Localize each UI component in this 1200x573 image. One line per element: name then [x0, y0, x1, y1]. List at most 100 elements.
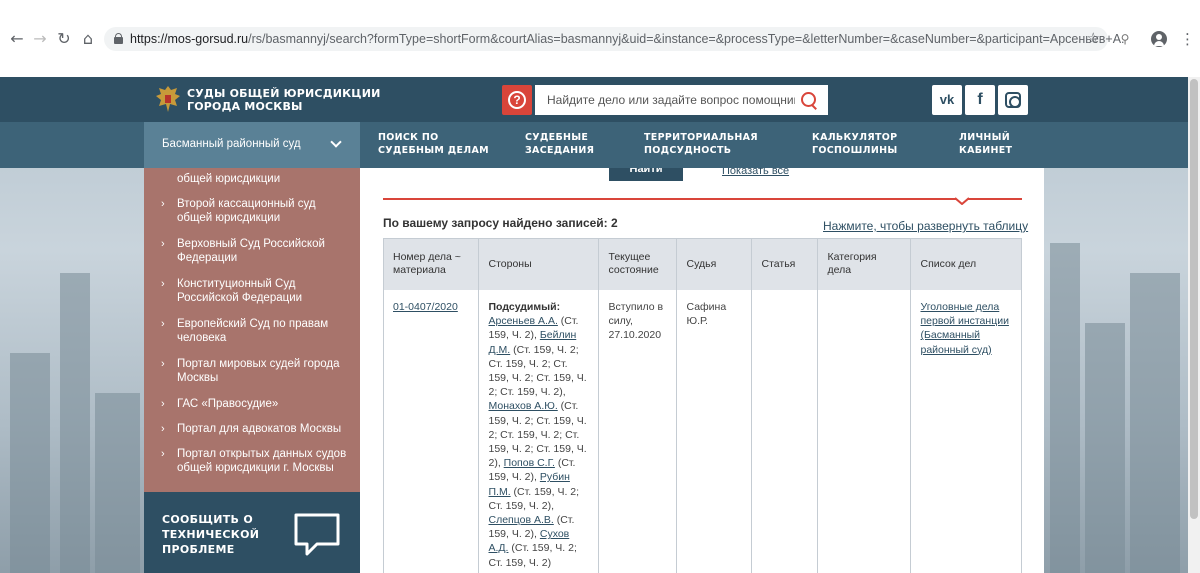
- bullet-icon: ›: [161, 398, 165, 410]
- party-link[interactable]: Арсеньев А.А.: [489, 315, 558, 327]
- cell-article: [751, 290, 818, 573]
- col-header-judge: Судья: [676, 238, 752, 290]
- nav-item-line: СУДЕБНЫЕ: [525, 132, 589, 143]
- nav-item-line: ПОИСК ПО: [378, 132, 439, 143]
- reload-icon[interactable]: ↻: [54, 29, 74, 49]
- sidebar-item-label: Портал открытых данных судов: [177, 448, 347, 460]
- browser-menu-icon[interactable]: ⋮: [1180, 29, 1195, 49]
- collapse-marker-icon[interactable]: [955, 197, 969, 205]
- table-header-row: Номер дела ~ материала Стороны Текущее с…: [383, 238, 1022, 290]
- court-select-label: Басманный районный суд: [162, 138, 301, 150]
- bullet-icon: ›: [161, 448, 165, 460]
- profile-avatar-icon[interactable]: [1151, 31, 1167, 47]
- sidebar-item-label: общей юрисдикции г. Москвы: [177, 462, 334, 474]
- instagram-icon[interactable]: [998, 85, 1028, 115]
- col-header-status: Текущее состояние: [598, 238, 677, 290]
- nav-court-hearings[interactable]: СУДЕБНЫЕ ЗАСЕДАНИЯ: [525, 131, 594, 157]
- browser-toolbar: ← → ↻ ⌂ https://mos-gorsud.ru/rs/basmann…: [0, 0, 1200, 77]
- nav-item-line: КАЛЬКУЛЯТОР: [812, 132, 898, 143]
- nav-item-line: ГОСПОШЛИНЫ: [812, 145, 898, 156]
- sidebar-item-label: общей юрисдикции: [177, 173, 281, 185]
- sidebar-links: общей юрисдикции › Второй кассационный с…: [144, 168, 360, 492]
- case-number-link[interactable]: 01-0407/2020: [393, 301, 458, 313]
- home-icon[interactable]: ⌂: [78, 29, 98, 49]
- nav-jurisdiction[interactable]: ТЕРРИТОРИАЛЬНАЯ ПОДСУДНОСТЬ: [644, 131, 758, 157]
- address-bar[interactable]: https://mos-gorsud.ru/rs/basmannyj/searc…: [104, 27, 1125, 51]
- facebook-icon[interactable]: f: [965, 85, 995, 115]
- sidebar-item-label: Верховный Суд Российской: [177, 238, 325, 250]
- back-arrow-icon[interactable]: ←: [7, 29, 27, 49]
- court-select-dropdown[interactable]: Басманный районный суд: [144, 122, 360, 168]
- party-link[interactable]: Попов С.Г.: [504, 457, 555, 469]
- chevron-down-icon: [331, 138, 341, 148]
- lock-icon: [114, 33, 123, 44]
- zoom-icon[interactable]: ⚲: [1117, 31, 1133, 47]
- report-line: ТЕХНИЧЕСКОЙ: [162, 528, 260, 541]
- sidebar-item-label: Москвы: [177, 372, 219, 384]
- cell-case-number: 01-0407/2020: [383, 290, 479, 573]
- expand-table-link[interactable]: Нажмите, чтобы развернуть таблицу: [823, 219, 1028, 233]
- sidebar-item-label: Портал для адвокатов Москвы: [177, 423, 342, 435]
- site-title-line2: ГОРОДА МОСКВЫ: [187, 100, 303, 113]
- nav-fee-calculator[interactable]: КАЛЬКУЛЯТОР ГОСПОШЛИНЫ: [812, 131, 898, 157]
- report-line: СООБЩИТЬ О: [162, 513, 254, 526]
- results-table: Номер дела ~ материала Стороны Текущее с…: [383, 238, 1022, 573]
- nav-item-line: ЗАСЕДАНИЯ: [525, 145, 595, 156]
- sidebar-item-label: Портал мировых судей города: [177, 358, 340, 370]
- party-role: Подсудимый:: [488, 301, 561, 313]
- col-header-parties: Стороны: [478, 238, 599, 290]
- question-icon: ?: [513, 93, 521, 107]
- cell-status: Вступило в силу, 27.10.2020: [598, 290, 677, 573]
- url-text: https://mos-gorsud.ru/rs/basmannyj/searc…: [130, 32, 1125, 46]
- bullet-icon: ›: [161, 278, 165, 290]
- nav-item-line: ЛИЧНЫЙ: [959, 132, 1011, 143]
- sidebar-item-label: Российской Федерации: [177, 292, 303, 304]
- sidebar-item-label: Европейский Суд по правам: [177, 318, 329, 330]
- sidebar-item-label: Второй кассационный суд: [177, 198, 316, 210]
- col-header-category: Категория дела: [817, 238, 911, 290]
- table-row: 01-0407/2020 Подсудимый: Арсеньев А.А. (…: [383, 290, 1022, 573]
- assistant-help-button[interactable]: ?: [502, 85, 532, 115]
- party-link[interactable]: Монахов А.Ю.: [489, 400, 558, 412]
- cell-judge: Сафина Ю.Р.: [676, 290, 752, 573]
- chat-bubble-icon: [294, 513, 340, 556]
- find-button[interactable]: Найти: [609, 168, 683, 181]
- sidebar-item-label: Конституционный Суд: [177, 278, 296, 290]
- nav-item-line: ТЕРРИТОРИАЛЬНАЯ: [644, 132, 758, 143]
- cell-category: [817, 290, 911, 573]
- scrollbar-thumb[interactable]: [1190, 79, 1198, 519]
- site-search: [535, 85, 828, 115]
- vk-icon[interactable]: vk: [932, 85, 962, 115]
- site-title-line1: СУДЫ ОБЩЕЙ ЮРИСДИКЦИИ: [187, 87, 381, 100]
- results-count: По вашему запросу найдено записей: 2: [383, 216, 618, 230]
- bookmark-star-icon[interactable]: ☆: [1087, 29, 1100, 47]
- col-header-case-number[interactable]: Номер дела ~ материала: [383, 238, 479, 290]
- nav-item-line: КАБИНЕТ: [959, 145, 1013, 156]
- forward-arrow-icon[interactable]: →: [30, 29, 50, 49]
- cell-case-list: Уголовные дела первой инстанции (Басманн…: [910, 290, 1022, 573]
- sidebar-item-label: человека: [177, 332, 227, 344]
- nav-personal-account[interactable]: ЛИЧНЫЙ КАБИНЕТ: [959, 131, 1012, 157]
- col-header-case-list: Список дел: [910, 238, 1022, 290]
- divider-line: [383, 198, 1022, 200]
- sidebar-item-label: Федерации: [177, 252, 238, 264]
- coat-of-arms-icon: [156, 86, 180, 112]
- bullet-icon: ›: [161, 423, 165, 435]
- url-host: https://mos-gorsud.ru: [130, 32, 249, 46]
- sidebar-item-label: общей юрисдикции: [177, 212, 281, 224]
- search-icon[interactable]: [799, 91, 819, 111]
- page-scrollbar[interactable]: [1188, 77, 1200, 573]
- cell-parties: Подсудимый: Арсеньев А.А. (Ст. 159, Ч. 2…: [478, 290, 599, 573]
- bullet-icon: ›: [161, 238, 165, 250]
- case-list-link[interactable]: Уголовные дела первой инстанции (Басманн…: [921, 301, 1009, 356]
- bullet-icon: ›: [161, 318, 165, 330]
- party-link[interactable]: Слепцов А.В.: [489, 514, 554, 526]
- site-title[interactable]: СУДЫ ОБЩЕЙ ЮРИСДИКЦИИ ГОРОДА МОСКВЫ: [187, 87, 381, 113]
- bullet-icon: ›: [161, 198, 165, 210]
- nav-case-search[interactable]: ПОИСК ПО СУДЕБНЫМ ДЕЛАМ: [378, 131, 489, 157]
- site-search-input[interactable]: [535, 85, 795, 115]
- nav-item-line: СУДЕБНЫМ ДЕЛАМ: [378, 145, 489, 156]
- col-header-article: Статья: [751, 238, 818, 290]
- report-line: ПРОБЛЕМЕ: [162, 543, 235, 556]
- bullet-icon: ›: [161, 358, 165, 370]
